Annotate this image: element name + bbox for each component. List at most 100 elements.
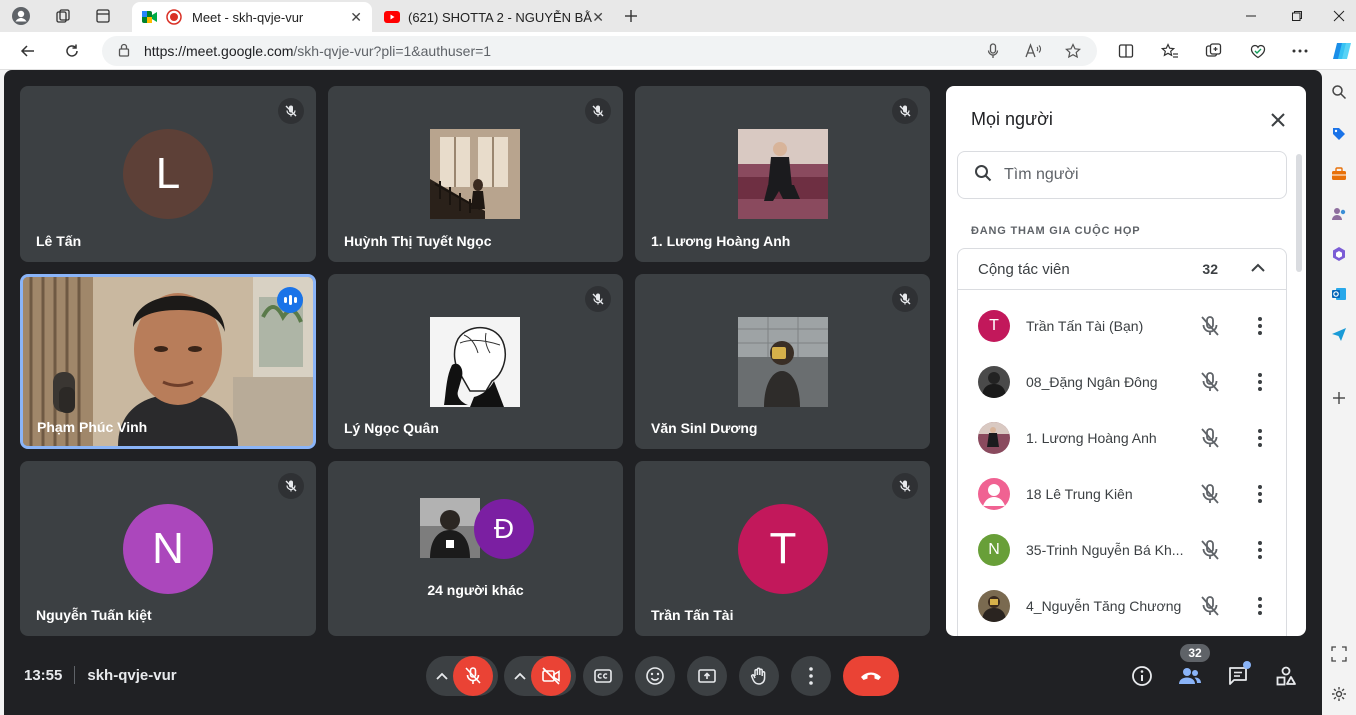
outlook-icon[interactable] — [1327, 282, 1351, 306]
muted-mic-icon — [892, 286, 918, 312]
muted-mic-icon[interactable] — [1198, 314, 1222, 343]
workspaces-icon[interactable] — [50, 4, 76, 28]
shopping-tag-icon[interactable] — [1327, 122, 1351, 146]
microsoft365-icon[interactable] — [1327, 242, 1351, 266]
participant-name: 1. Lương Hoàng Anh — [651, 233, 791, 249]
microphone-icon[interactable] — [982, 41, 1004, 61]
participant-tile[interactable]: N Nguyễn Tuấn kiệt — [20, 461, 316, 636]
restore-icon[interactable] — [1274, 4, 1320, 28]
close-panel-icon[interactable] — [1264, 106, 1292, 134]
camera-options-chevron-icon[interactable] — [511, 668, 529, 684]
muted-mic-icon[interactable] — [1198, 370, 1222, 399]
favorites-icon[interactable] — [1158, 40, 1182, 62]
collections-icon[interactable] — [1202, 40, 1226, 62]
muted-mic-icon[interactable] — [1198, 482, 1222, 511]
screenshot-icon[interactable] — [1327, 642, 1351, 666]
people-icon[interactable] — [1327, 202, 1351, 226]
people-icon — [1179, 668, 1201, 684]
others-tile[interactable]: Đ 24 người khác — [328, 461, 623, 636]
participant-row[interactable]: 4_Nguyễn Tăng Chương — [958, 578, 1288, 634]
muted-mic-icon[interactable] — [1198, 538, 1222, 567]
browser-essentials-icon[interactable] — [1246, 40, 1270, 62]
emoji-icon — [646, 667, 664, 685]
search-icon[interactable] — [1327, 80, 1351, 104]
muted-mic-icon — [585, 286, 611, 312]
chat-button[interactable] — [1222, 660, 1254, 692]
close-tab-icon[interactable]: ✕ — [350, 9, 362, 26]
muted-mic-icon — [585, 98, 611, 124]
participant-row[interactable]: N 35-Trinh Nguyễn Bá Kh... — [958, 522, 1288, 578]
divider — [74, 666, 76, 684]
muted-mic-icon[interactable] — [1198, 594, 1222, 623]
avatar-photo — [738, 129, 828, 219]
new-tab-icon[interactable] — [618, 4, 644, 28]
activities-button[interactable] — [1270, 660, 1302, 692]
meeting-details-button[interactable] — [1126, 660, 1158, 692]
muted-mic-icon — [278, 98, 304, 124]
participant-tile[interactable]: Lý Ngọc Quân — [328, 274, 623, 449]
participant-row[interactable]: 08_Đặng Ngân Đông — [958, 354, 1288, 410]
collaborators-group-toggle[interactable]: Cộng tác viên 32 — [957, 248, 1287, 290]
more-options-icon[interactable] — [1248, 538, 1272, 567]
participant-tile[interactable]: L Lê Tấn — [20, 86, 316, 262]
close-tab-icon[interactable]: ✕ — [592, 9, 604, 26]
people-button[interactable] — [1174, 660, 1206, 692]
participant-tile-self[interactable]: T Trần Tấn Tài — [635, 461, 930, 636]
avatar-photo — [430, 317, 520, 407]
tools-icon[interactable] — [1327, 162, 1351, 186]
reactions-button[interactable] — [635, 656, 675, 696]
more-vert-icon — [809, 667, 813, 685]
tab-youtube[interactable]: (621) SHOTTA 2 - NGUYỄN BẰNG ✕ — [374, 2, 614, 32]
participant-row[interactable]: 18 Lê Trung Kiên — [958, 466, 1288, 522]
settings-more-icon[interactable] — [1288, 40, 1312, 62]
participant-tile-speaking[interactable]: Phạm Phúc Vinh — [20, 274, 316, 449]
panel-title: Mọi người — [971, 109, 1053, 129]
participant-row[interactable]: 1. Lương Hoàng Anh — [958, 410, 1288, 466]
split-screen-icon[interactable] — [1114, 40, 1138, 62]
read-aloud-icon[interactable] — [1022, 41, 1044, 61]
muted-mic-icon — [892, 98, 918, 124]
lock-icon[interactable] — [118, 43, 130, 60]
muted-mic-icon — [892, 473, 918, 499]
favorite-star-icon[interactable] — [1062, 41, 1084, 61]
participant-tile[interactable]: Văn Sinl Dương — [635, 274, 930, 449]
participant-avatar: T — [978, 310, 1010, 342]
panel-scrollbar[interactable] — [1296, 154, 1302, 272]
avatar: Đ — [474, 499, 534, 559]
profile-icon[interactable] — [8, 4, 34, 28]
more-options-icon[interactable] — [1248, 426, 1272, 455]
minimize-icon[interactable] — [1228, 4, 1274, 28]
add-sidebar-app-icon[interactable] — [1327, 386, 1351, 410]
chevron-up-icon — [1250, 260, 1266, 281]
copilot-icon[interactable] — [1330, 40, 1354, 62]
group-label: Cộng tác viên — [978, 260, 1070, 278]
participant-row[interactable]: T Trần Tấn Tài (Bạn) — [958, 298, 1288, 354]
url-bar[interactable]: https://meet.google.com/skh-qvje-vur?pli… — [102, 36, 1097, 66]
tab-actions-icon[interactable] — [90, 4, 116, 28]
more-options-icon[interactable] — [1248, 314, 1272, 343]
leave-call-button[interactable] — [843, 656, 899, 696]
present-screen-button[interactable] — [687, 656, 727, 696]
send-icon[interactable] — [1327, 322, 1351, 346]
people-search-input[interactable]: Tìm người — [957, 151, 1287, 199]
back-icon[interactable] — [14, 38, 42, 64]
refresh-icon[interactable] — [58, 38, 86, 64]
mic-options-chevron-icon[interactable] — [433, 668, 451, 684]
group-count: 32 — [1202, 261, 1218, 277]
raise-hand-button[interactable] — [739, 656, 779, 696]
more-options-icon[interactable] — [1248, 594, 1272, 623]
camera-toggle-button[interactable] — [531, 656, 571, 696]
microphone-toggle-button[interactable] — [453, 656, 493, 696]
sidebar-settings-icon[interactable] — [1327, 682, 1351, 706]
muted-mic-icon[interactable] — [1198, 426, 1222, 455]
avatar: N — [123, 504, 213, 594]
participant-tile[interactable]: 1. Lương Hoàng Anh — [635, 86, 930, 262]
close-window-icon[interactable] — [1316, 4, 1356, 28]
more-options-button[interactable] — [791, 656, 831, 696]
more-options-icon[interactable] — [1248, 482, 1272, 511]
participant-tile[interactable]: Huỳnh Thị Tuyết Ngọc — [328, 86, 623, 262]
tab-meet[interactable]: Meet - skh-qvje-vur ✕ — [132, 2, 372, 32]
more-options-icon[interactable] — [1248, 370, 1272, 399]
captions-button[interactable] — [583, 656, 623, 696]
avatar-photo — [430, 129, 520, 219]
